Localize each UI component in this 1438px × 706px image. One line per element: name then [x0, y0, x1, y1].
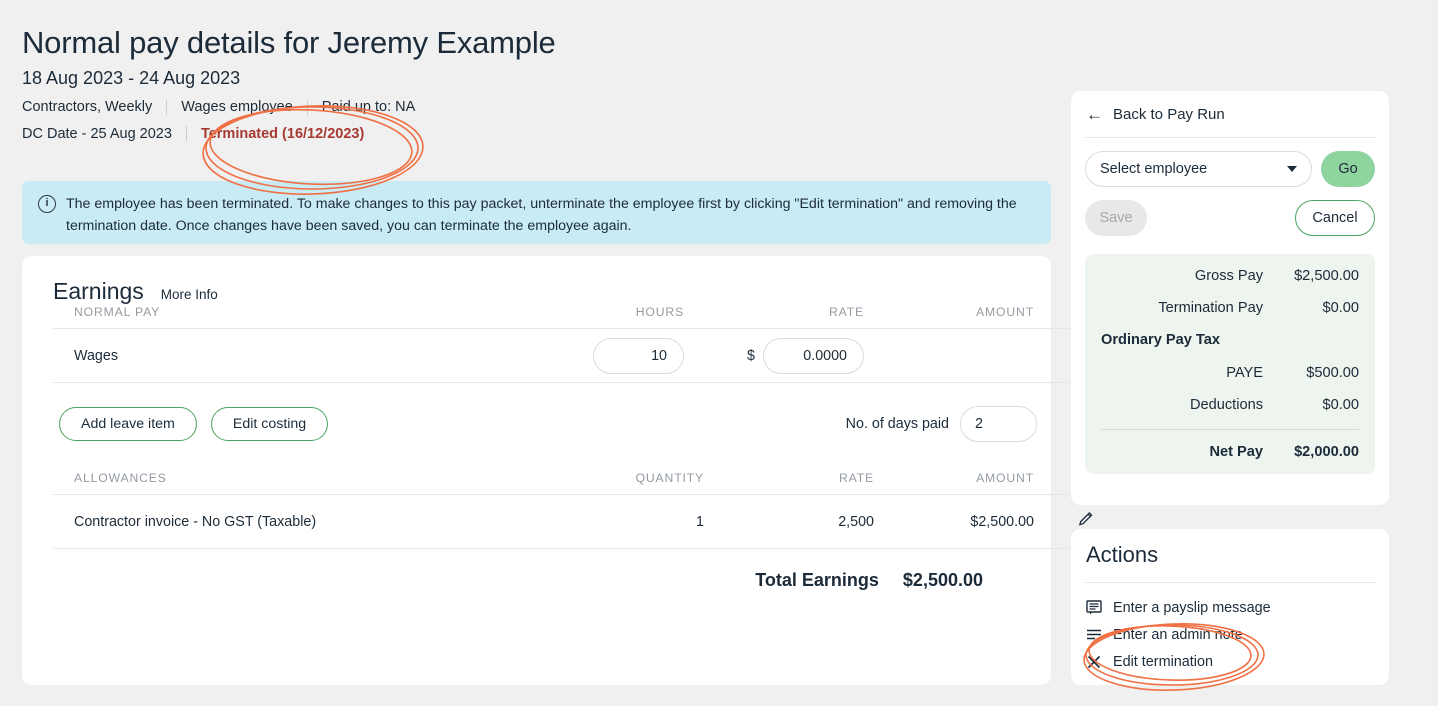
cancel-button[interactable]: Cancel [1295, 200, 1375, 236]
earnings-title: Earnings [53, 278, 144, 304]
back-to-pay-run-link[interactable]: ← Back to Pay Run [1071, 91, 1389, 123]
allowance-rate: 2,500 [704, 494, 874, 549]
col-header-amount: AMOUNT [864, 305, 1071, 329]
termination-pay-value: $0.00 [1322, 300, 1359, 316]
status-badge-terminated: Terminated (16/12/2023) [200, 125, 365, 142]
message-icon [1085, 599, 1102, 616]
actions-divider [1085, 582, 1375, 583]
termination-pay-row: Termination Pay $0.00 [1101, 300, 1359, 316]
deductions-label: Deductions [1189, 397, 1263, 413]
paye-label: PAYE [1226, 365, 1263, 381]
pay-summary-panel: ← Back to Pay Run Select employee Go Sav… [1071, 91, 1389, 505]
pay-item-name: Wages [53, 328, 544, 383]
col-header-normal-pay: NORMAL PAY [53, 305, 544, 329]
col-header-quantity: QUANTITY [544, 471, 704, 495]
action-label: Enter a payslip message [1113, 599, 1271, 616]
col-header-rate: RATE [684, 305, 864, 329]
col-header-rate: RATE [704, 471, 874, 495]
page-title: Normal pay details for Jeremy Example [22, 25, 556, 60]
pay-details-page: Normal pay details for Jeremy Example 18… [0, 0, 1438, 706]
total-earnings-value: $2,500.00 [902, 569, 983, 590]
allowance-amount: $2,500.00 [874, 494, 1071, 549]
col-header-amount: AMOUNT [874, 471, 1071, 495]
hours-cell: 10 [544, 328, 684, 383]
info-circle-icon: i [38, 195, 56, 213]
ordinary-pay-tax-heading: Ordinary Pay Tax [1101, 332, 1220, 348]
hours-input[interactable]: 10 [593, 337, 684, 374]
termination-info-banner: i The employee has been terminated. To m… [22, 181, 1051, 244]
edit-costing-button[interactable]: Edit costing [210, 407, 329, 441]
add-leave-item-button[interactable]: Add leave item [59, 407, 197, 441]
actions-panel: Actions Enter a payslip message Enter an… [1071, 529, 1389, 685]
allowance-quantity: 1 [544, 494, 704, 549]
table-header-row: ALLOWANCES QUANTITY RATE AMOUNT [53, 471, 1117, 495]
gross-pay-value: $2,500.00 [1294, 268, 1359, 284]
summary-divider [1101, 429, 1359, 430]
meta-divider [185, 126, 187, 142]
employee-select-row: Select employee Go [1071, 138, 1389, 187]
employee-meta-row: Contractors, Weekly Wages employee Paid … [22, 98, 1022, 116]
earnings-action-buttons: Add leave item Edit costing No. of days … [59, 406, 1037, 442]
earnings-header: Earnings More Info [22, 256, 1051, 305]
go-button[interactable]: Go [1321, 151, 1375, 187]
gross-pay-label: Gross Pay [1194, 268, 1263, 284]
net-pay-label: Net Pay [1209, 444, 1263, 460]
banner-message: The employee has been terminated. To mak… [66, 196, 1017, 234]
dc-date-label: DC Date - 25 Aug 2023 [22, 125, 172, 142]
normal-pay-table: NORMAL PAY HOURS RATE AMOUNT Wages 10 $0… [53, 305, 1071, 383]
table-row: Wages 10 $0.0000 [53, 328, 1071, 383]
paye-value: $500.00 [1306, 365, 1359, 381]
allowances-table: ALLOWANCES QUANTITY RATE AMOUNT Contract… [53, 471, 1117, 549]
action-enter-payslip-message[interactable]: Enter a payslip message [1071, 594, 1389, 621]
rate-cell: $0.0000 [684, 328, 864, 383]
net-pay-row: Net Pay $2,000.00 [1101, 444, 1359, 460]
days-paid-group: No. of days paid 2 [846, 406, 1037, 442]
days-paid-input[interactable]: 2 [960, 406, 1037, 442]
actions-list: Enter a payslip message Enter an admin n… [1071, 594, 1389, 675]
pay-summary-box: Gross Pay $2,500.00 Termination Pay $0.0… [1085, 254, 1375, 474]
close-x-icon [1085, 653, 1102, 670]
pay-period-date-range: 18 Aug 2023 - 24 Aug 2023 [22, 68, 241, 89]
amount-cell [864, 328, 1071, 383]
days-paid-label: No. of days paid [845, 416, 949, 432]
net-pay-value: $2,000.00 [1294, 444, 1359, 460]
action-enter-admin-note[interactable]: Enter an admin note [1071, 621, 1389, 648]
action-edit-termination[interactable]: Edit termination [1071, 648, 1389, 675]
back-to-pay-run-label: Back to Pay Run [1113, 106, 1225, 123]
deductions-value: $0.00 [1322, 397, 1359, 413]
arrow-left-icon: ← [1086, 105, 1103, 124]
actions-title: Actions [1086, 542, 1159, 567]
meta-employee-type: Wages employee [181, 98, 293, 115]
save-button[interactable]: Save [1085, 200, 1147, 236]
action-label: Edit termination [1113, 653, 1213, 670]
deductions-row: Deductions $0.00 [1101, 397, 1359, 413]
currency-symbol: $ [747, 347, 755, 364]
col-header-allowances: ALLOWANCES [53, 471, 544, 495]
total-earnings-row: Total Earnings $2,500.00 [22, 549, 983, 611]
earnings-card: Earnings More Info NORMAL PAY HOURS RATE… [22, 256, 1117, 685]
chevron-down-icon [1287, 166, 1297, 172]
col-header-hours: HOURS [544, 305, 684, 329]
gross-pay-row: Gross Pay $2,500.00 [1101, 268, 1359, 284]
meta-pay-group: Contractors, Weekly [22, 98, 153, 115]
total-earnings-label: Total Earnings [755, 569, 879, 590]
meta-divider [306, 100, 308, 116]
dc-date-row: DC Date - 25 Aug 2023 Terminated (16/12/… [22, 126, 1022, 142]
select-employee-value: Select employee [1100, 161, 1208, 177]
termination-pay-label: Termination Pay [1158, 300, 1263, 316]
save-cancel-row: Save Cancel [1071, 187, 1389, 236]
paye-row: PAYE $500.00 [1101, 365, 1359, 381]
allowance-name: Contractor invoice - No GST (Taxable) [53, 494, 544, 549]
rate-input[interactable]: 0.0000 [763, 337, 864, 374]
table-row: Contractor invoice - No GST (Taxable) 1 … [53, 494, 1117, 549]
action-label: Enter an admin note [1113, 626, 1243, 643]
meta-paid-up-to: Paid up to: NA [321, 98, 416, 115]
select-employee-dropdown[interactable]: Select employee [1085, 151, 1312, 187]
page-header: Normal pay details for Jeremy Example 18… [22, 25, 1022, 142]
meta-divider [166, 100, 168, 116]
table-header-row: NORMAL PAY HOURS RATE AMOUNT [53, 305, 1071, 329]
more-info-link[interactable]: More Info [161, 287, 218, 302]
note-lines-icon [1085, 626, 1102, 643]
